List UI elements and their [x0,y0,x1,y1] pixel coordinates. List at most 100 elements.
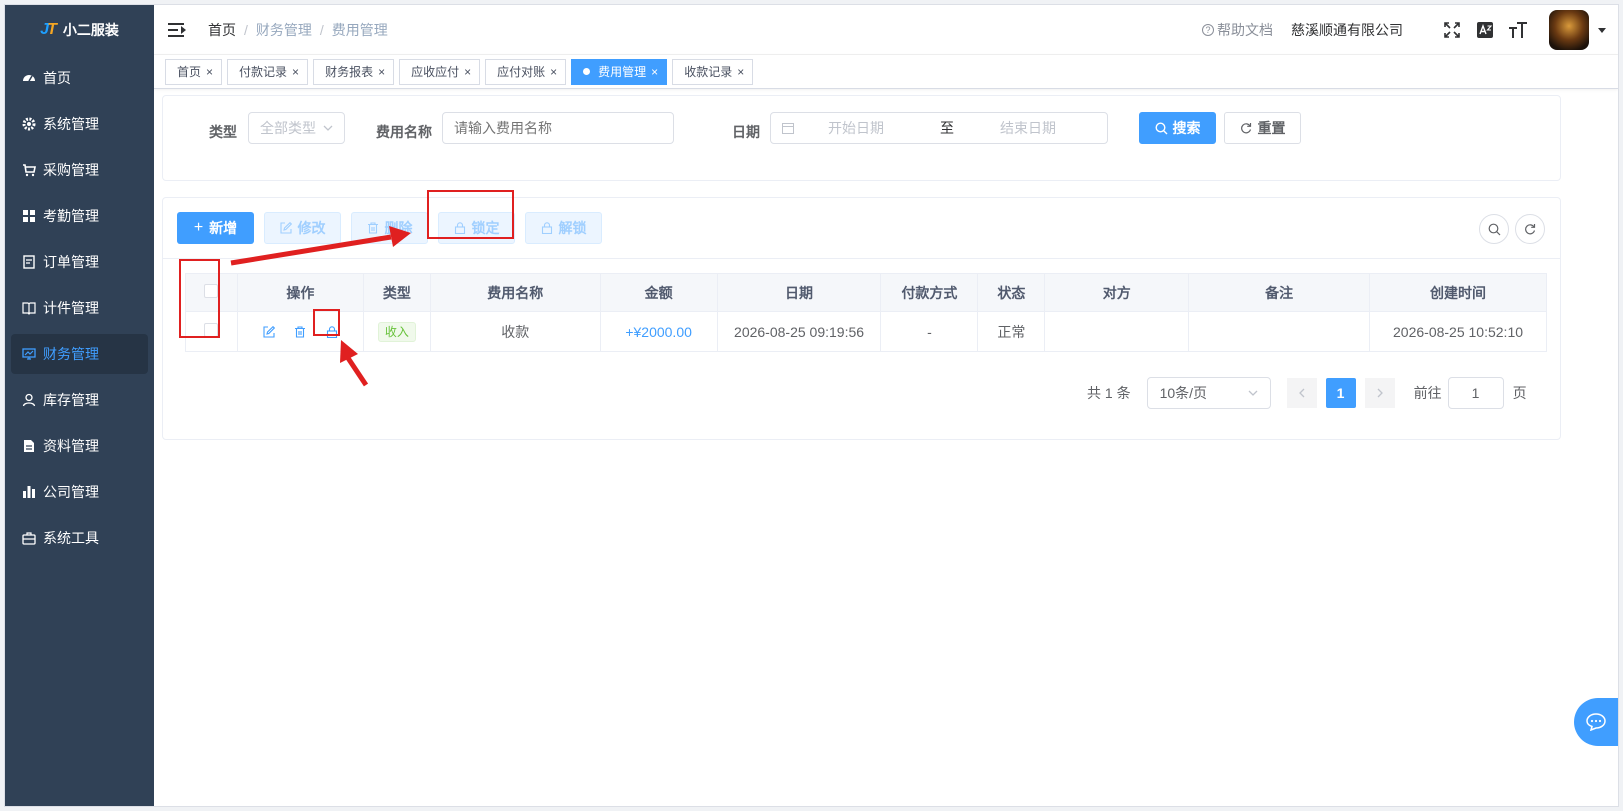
annotation-box-lock-button [427,190,514,239]
annotation-box-checkboxes [179,259,220,338]
page-size-select[interactable]: 10条/页 [1146,377,1271,409]
close-icon[interactable]: × [651,60,658,84]
table-row[interactable]: 收入 收款 +¥2000.00 2026-08-25 09:19:56 - 正常… [185,311,1547,352]
tab-home[interactable]: 首页 × [165,58,223,85]
date-range-picker[interactable]: 开始日期 至 结束日期 [770,112,1108,144]
tab-finance-report[interactable]: 财务报表 × [313,58,395,85]
row-actions [236,311,364,352]
table-header-row: 操作 类型 费用名称 金额 日期 付款方式 状态 对方 备注 创建时间 [185,273,1547,312]
page-suffix: 页 [1512,385,1527,401]
edit-button[interactable]: 修改 [264,212,341,244]
expense-name-label: 费用名称 [376,124,432,140]
date-label: 日期 [732,124,760,140]
type-select[interactable]: 全部类型 [248,112,345,144]
sidebar-item-system[interactable]: 系统管理 [11,104,148,144]
income-badge: 收入 [377,321,416,342]
page-number-current[interactable]: 1 [1325,378,1356,408]
delete-button[interactable]: 删除 [351,212,428,244]
calendar-icon [782,123,794,134]
sidebar-item-attendance[interactable]: 考勤管理 [11,196,148,236]
pagination: 共 1 条 10条/页 1 前往 1 页 [1087,377,1527,409]
column-header: 备注 [1188,273,1371,312]
cell-type: 收入 [362,311,431,352]
prev-page-button[interactable] [1286,378,1317,408]
breadcrumb-separator: / [244,21,248,38]
book-icon [21,300,37,316]
sidebar-menu: 首页 系统管理 采购管理 考勤管理 订单管理 计件管理 财务管理 库存管理 资料… [5,58,154,558]
sidebar-item-finance[interactable]: 财务管理 [11,334,148,374]
next-page-button[interactable] [1364,378,1395,408]
trash-icon[interactable] [292,324,308,340]
start-date-input[interactable]: 开始日期 [828,118,928,138]
hamburger-icon[interactable] [168,22,188,38]
column-header: 状态 [977,273,1046,312]
caret-down-icon[interactable] [1598,27,1606,33]
column-header: 对方 [1044,273,1190,312]
dashboard-icon [21,70,37,86]
tab-payment-records[interactable]: 付款记录 × [227,58,309,85]
sidebar-item-purchase[interactable]: 采购管理 [11,150,148,190]
refresh-icon [1240,123,1251,134]
expense-name-input[interactable] [442,112,674,144]
toolbox-icon [21,530,37,546]
breadcrumb-home[interactable]: 首页 [208,20,236,40]
fullscreen-icon[interactable] [1441,19,1463,41]
main-area: 首页 / 财务管理 / 费用管理 ? 帮助文档 慈溪顺通有限公司 首页 × 付款… [154,5,1618,806]
chevron-down-icon [323,125,333,131]
cell-status: 正常 [977,311,1046,352]
tab-expense-management[interactable]: 费用管理 × [571,58,668,85]
tab-receivable-payable[interactable]: 应收应付 × [399,58,481,85]
sidebar-item-company[interactable]: 公司管理 [11,472,148,512]
reset-button[interactable]: 重置 [1224,112,1301,144]
end-date-input[interactable]: 结束日期 [1000,118,1056,138]
sidebar-item-inventory[interactable]: 库存管理 [11,380,148,420]
close-icon[interactable]: × [292,60,299,84]
breadcrumb: 首页 / 财务管理 / 费用管理 [208,20,388,40]
annotation-box-row-lock [313,309,340,336]
header-right-menu: ? 帮助文档 慈溪顺通有限公司 [1202,5,1606,55]
language-icon[interactable] [1474,19,1496,41]
refresh-button[interactable] [1515,214,1545,244]
monitor-icon [21,346,37,362]
sidebar-item-home[interactable]: 首页 [11,58,148,98]
sidebar-item-tools[interactable]: 系统工具 [11,518,148,558]
font-size-icon[interactable] [1507,19,1529,41]
sidebar-item-piecework[interactable]: 计件管理 [11,288,148,328]
refresh-icon [1525,224,1536,235]
logo-mark-icon: JT [40,21,57,38]
help-docs-link[interactable]: ? 帮助文档 [1202,20,1273,40]
close-icon[interactable]: × [737,60,744,84]
avatar[interactable] [1549,10,1589,50]
search-icon [1488,223,1500,235]
sidebar-item-orders[interactable]: 订单管理 [11,242,148,282]
sidebar: JT 小二服装 首页 系统管理 采购管理 考勤管理 订单管理 计件管理 财务管理… [5,5,154,806]
column-header: 类型 [362,273,431,312]
close-icon[interactable]: × [550,60,557,84]
chat-button[interactable] [1574,698,1618,746]
add-button[interactable]: + 新增 [177,212,254,244]
tab-payable-reconcile[interactable]: 应付对账 × [485,58,567,85]
close-icon[interactable]: × [464,60,471,84]
app-window: JT 小二服装 首页 系统管理 采购管理 考勤管理 订单管理 计件管理 财务管理… [4,4,1619,807]
app-logo[interactable]: JT 小二服装 [5,5,154,55]
sidebar-item-materials[interactable]: 资料管理 [11,426,148,466]
question-circle-icon: ? [1202,24,1214,36]
close-icon[interactable]: × [206,60,213,84]
chevron-down-icon [1248,390,1258,396]
cart-icon [21,162,37,178]
toolbar-divider [163,258,1560,259]
unlock-button[interactable]: 解锁 [525,212,602,244]
tab-receipt-records[interactable]: 收款记录 × [672,58,754,85]
edit-icon[interactable] [261,324,277,340]
pagination-total: 共 1 条 [1087,385,1131,401]
toggle-search-button[interactable] [1479,214,1509,244]
cell-date: 2026-08-25 09:19:56 [716,311,882,352]
gear-icon [21,116,37,132]
close-icon[interactable]: × [378,60,385,84]
goto-page-input[interactable]: 1 [1447,377,1504,409]
cell-expense-name: 收款 [429,311,601,352]
edit-icon [279,222,292,234]
search-button[interactable]: 搜索 [1139,112,1216,144]
column-header: 付款方式 [880,273,979,312]
range-separator: 至 [940,120,954,136]
